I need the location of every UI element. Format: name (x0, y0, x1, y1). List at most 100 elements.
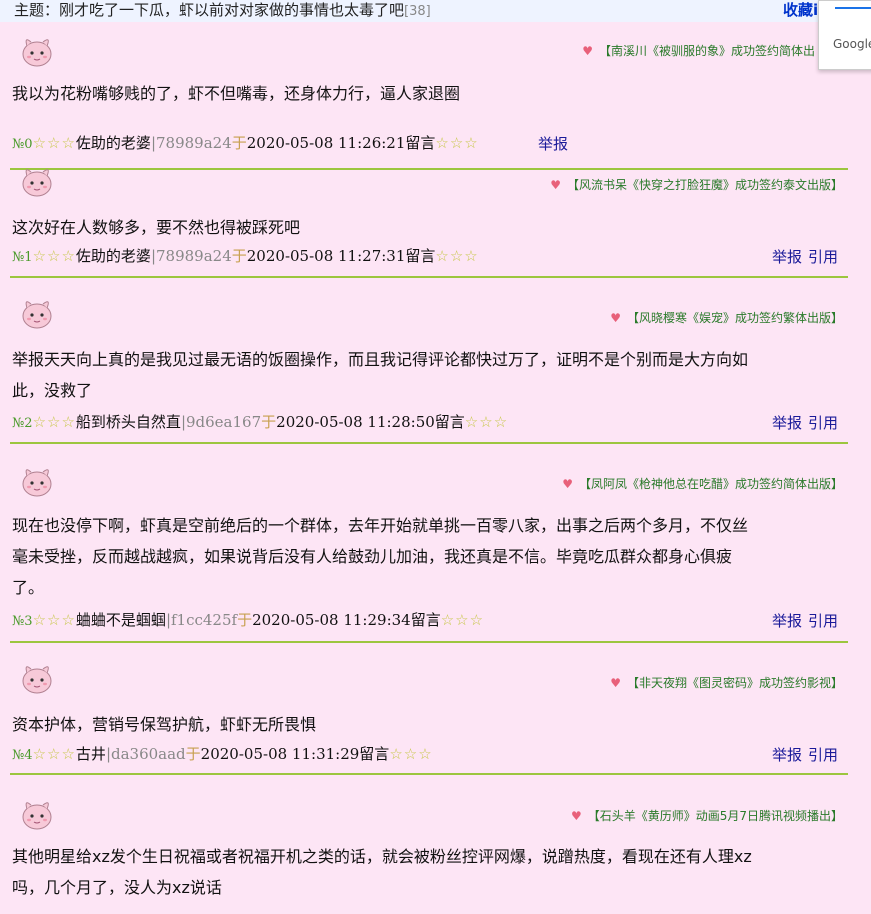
heart-icon: ♥ (570, 809, 582, 823)
quote-link[interactable]: 引用 (808, 414, 838, 432)
author-name: 佐助的老婆 (75, 247, 151, 265)
content-line: 这次好在人数够多，要不然也得被踩死吧 (12, 218, 301, 237)
post-content: 举报天天向上真的是我见过最无语的饭圈操作，而且我记得评论都快过万了，证明不是个别… (12, 344, 842, 406)
at-label: 于 (231, 247, 247, 265)
comment-label: 留言 (405, 247, 436, 265)
post-actions: 举报 引用 (766, 246, 838, 267)
report-link[interactable]: 举报 (772, 746, 802, 764)
author-id: |f1cc425f (165, 611, 238, 629)
star-icon: ☆☆☆ (32, 413, 76, 431)
at-label: 于 (261, 413, 277, 431)
post-content: 其他明星给xz发个生日祝福或者祝福开机之类的话，就会被粉丝控评网爆，说蹭热度，看… (12, 841, 842, 903)
star-icon: ☆☆☆ (464, 413, 509, 431)
post-divider (10, 773, 848, 775)
post-time: 2020-05-08 11:28:50 (276, 413, 435, 431)
topic-bar: 主题：刚才吃了一下瓜，虾以前对对家做的事情也太毒了吧[38] 收藏i (0, 0, 871, 22)
popup-accent-line (835, 7, 871, 9)
avatar-icon (18, 162, 56, 200)
floor-number: №4 (12, 748, 33, 763)
comment-label: 留言 (359, 745, 390, 763)
content-line: 资本护体，营销号保驾护航，虾虾无所畏惧 (12, 715, 317, 734)
author-name: 船到桥头自然直 (75, 413, 181, 431)
star-icon: ☆☆☆ (32, 611, 76, 629)
signature-text: 【风晓樱寒《娱宠》成功签约繁体出版】 (626, 311, 843, 325)
post-content: 现在也没停下啊，虾真是空前绝后的一个群体，去年开始就单挑一百零八家，出事之后两个… (12, 510, 842, 603)
post-content: 资本护体，营销号保驾护航，虾虾无所畏惧 (12, 709, 842, 740)
content-line: 吗，几个月了，没人为xz说话 (12, 878, 222, 897)
post-time: 2020-05-08 11:31:29 (200, 745, 360, 763)
star-icon: ☆☆☆ (32, 247, 76, 265)
comment-label: 留言 (434, 413, 465, 431)
author-id: |9d6ea167 (180, 413, 262, 431)
content-line: 举报天天向上真的是我见过最无语的饭圈操作，而且我记得评论都快过万了，证明不是个别… (12, 350, 749, 369)
at-label: 于 (231, 134, 247, 152)
report-link[interactable]: 举报 (772, 414, 802, 432)
quote-link[interactable]: 引用 (808, 248, 838, 266)
signature-link[interactable]: ♥ 【非天夜翔《图灵密码》成功签约影视】 (610, 674, 843, 691)
content-line: 此，没救了 (12, 381, 93, 400)
quote-link[interactable]: 引用 (808, 612, 838, 630)
signature-text: 【凤阿凤《枪神他总在吃醋》成功签约简体出版】 (578, 477, 843, 491)
post-actions: 举报 引用 (766, 610, 838, 631)
signature-link[interactable]: ♥ 【石头羊《黄历师》动画5月7日腾讯视频播出】 (571, 807, 843, 824)
post-meta: №3☆☆☆蛐蛐不是蝈蝈|f1cc425f于2020-05-08 11:29:34… (12, 610, 484, 632)
report-link[interactable]: 举报 (772, 248, 802, 266)
at-label: 于 (237, 611, 253, 629)
author-name: 蛐蛐不是蝈蝈 (75, 611, 166, 629)
signature-link[interactable]: ♥ 【凤阿凤《枪神他总在吃醋》成功签约简体出版】 (562, 475, 843, 492)
report-link[interactable]: 举报 (538, 135, 568, 153)
author-id: |78989a24 (150, 134, 232, 152)
post-divider (10, 641, 848, 643)
avatar-icon (18, 32, 56, 70)
content-line: 毫未受挫，反而越战越疯，如果说背后没有人给鼓劲儿加油，我还真是不信。毕竟吃瓜群众… (12, 547, 733, 566)
heart-icon: ♥ (550, 178, 561, 192)
avatar-icon (18, 462, 56, 500)
floor-number: №3 (12, 614, 33, 629)
comment-label: 留言 (410, 611, 441, 629)
content-line: 现在也没停下啊，虾真是空前绝后的一个群体，去年开始就单挑一百零八家，出事之后两个… (12, 516, 749, 535)
report-link[interactable]: 举报 (772, 612, 802, 630)
signature-link[interactable]: ♥ 【南溪川《被驯服的象》成功签约简体出 (582, 42, 815, 59)
post-time: 2020-05-08 11:26:21 (246, 134, 406, 152)
quote-link[interactable]: 引用 (808, 746, 838, 764)
avatar-icon (18, 659, 56, 697)
heart-icon: ♥ (582, 44, 593, 58)
content-line: 其他明星给xz发个生日祝福或者祝福开机之类的话，就会被粉丝控评网爆，说蹭热度，看… (12, 847, 752, 866)
avatar-icon (18, 795, 56, 833)
reply-count: [38] (404, 4, 431, 19)
topic-title: 主题：刚才吃了一下瓜，虾以前对对家做的事情也太毒了吧[38] (14, 1, 431, 19)
signature-text: 【南溪川《被驯服的象》成功签约简体出 (598, 44, 815, 58)
signature-link[interactable]: ♥ 【风晓樱寒《娱宠》成功签约繁体出版】 (610, 309, 843, 326)
heart-icon: ♥ (562, 477, 573, 491)
post-content: 这次好在人数够多，要不然也得被踩死吧 (12, 212, 842, 243)
signature-link[interactable]: ♥ 【风流书呆《快穿之打脸狂魔》成功签约泰文出版】 (550, 176, 843, 193)
star-icon: ☆☆☆ (435, 247, 479, 265)
google-translate-popup[interactable]: Google (818, 0, 871, 70)
floor-number: №2 (12, 416, 33, 431)
post-meta: №2☆☆☆船到桥头自然直|9d6ea167于2020-05-08 11:28:5… (12, 412, 508, 434)
post-divider (10, 168, 848, 170)
content-line: 了。 (12, 578, 45, 597)
avatar-icon (18, 294, 56, 332)
post-meta: №4☆☆☆古井|da360aad于2020-05-08 11:31:29留言☆☆… (12, 744, 433, 766)
post-actions: 举报 引用 (766, 412, 838, 433)
post-meta: №0☆☆☆佐助的老婆|78989a24于2020-05-08 11:26:21留… (12, 133, 479, 155)
floor-number: №1 (12, 250, 33, 265)
favorite-link[interactable]: 收藏i (783, 0, 818, 20)
author-name: 古井 (75, 745, 106, 763)
star-icon: ☆☆☆ (32, 745, 76, 763)
post-time: 2020-05-08 11:27:31 (246, 247, 406, 265)
post-time: 2020-05-08 11:29:34 (252, 611, 411, 629)
author-id: |da360aad (105, 745, 186, 763)
floor-number: №0 (12, 137, 33, 152)
star-icon: ☆☆☆ (32, 134, 76, 152)
heart-icon: ♥ (610, 676, 621, 690)
at-label: 于 (185, 745, 201, 763)
heart-icon: ♥ (610, 311, 621, 325)
signature-text: 【风流书呆《快穿之打脸狂魔》成功签约泰文出版】 (566, 178, 843, 192)
comment-label: 留言 (405, 134, 436, 152)
author-name: 佐助的老婆 (75, 134, 151, 152)
signature-text: 【非天夜翔《图灵密码》成功签约影视】 (626, 676, 843, 690)
post-actions: 举报 引用 (766, 744, 838, 765)
star-icon: ☆☆☆ (435, 134, 479, 152)
